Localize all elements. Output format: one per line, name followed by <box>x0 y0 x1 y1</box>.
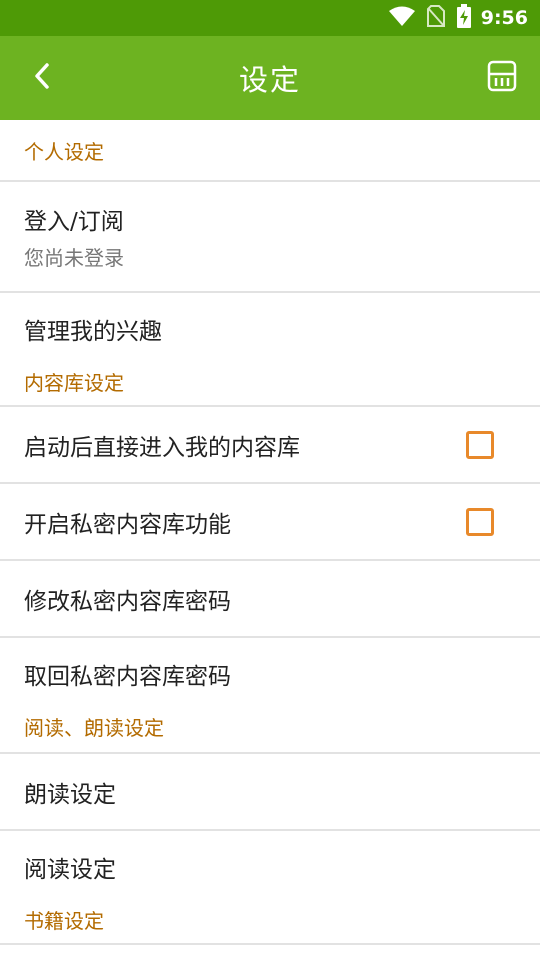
login-status: 您尚未登录 <box>24 246 124 270</box>
private-library-item[interactable]: 开启私密内容库功能 <box>0 484 540 559</box>
login-label: 登入/订阅 <box>24 209 124 235</box>
private-library-checkbox[interactable] <box>466 507 494 536</box>
status-time: 9:56 <box>480 7 528 29</box>
section-header-personal: 个人设定 <box>24 139 104 164</box>
reading-settings-item[interactable]: 阅读设定 <box>0 831 540 903</box>
recover-password-item[interactable]: 取回私密内容库密码 <box>0 638 540 710</box>
wifi-icon <box>388 6 415 30</box>
section-header-library: 内容库设定 <box>24 371 124 395</box>
recover-password-label: 取回私密内容库密码 <box>24 664 231 690</box>
start-library-checkbox[interactable] <box>466 430 494 459</box>
private-library-label: 开启私密内容库功能 <box>24 511 231 538</box>
save-button[interactable] <box>484 60 520 96</box>
back-button[interactable] <box>22 58 62 98</box>
no-sim-icon <box>426 5 445 31</box>
start-library-item[interactable]: 启动后直接进入我的内容库 <box>0 407 540 482</box>
manage-interests-label: 管理我的兴趣 <box>24 319 162 345</box>
section-header-reading: 阅读、朗读设定 <box>24 716 164 740</box>
read-aloud-settings-label: 朗读设定 <box>24 781 116 808</box>
read-aloud-settings-item[interactable]: 朗读设定 <box>0 754 540 829</box>
sd-card-icon <box>487 60 517 96</box>
reading-settings-label: 阅读设定 <box>24 857 116 883</box>
manage-interests-item[interactable]: 管理我的兴趣 <box>0 293 540 365</box>
change-password-label: 修改私密内容库密码 <box>24 588 231 615</box>
start-library-label: 启动后直接进入我的内容库 <box>24 434 300 461</box>
battery-charging-icon <box>456 4 471 32</box>
divider <box>0 943 540 945</box>
login-item[interactable]: 登入/订阅 您尚未登录 <box>0 182 540 291</box>
section-header-books: 书籍设定 <box>24 909 104 933</box>
page-title: 设定 <box>238 63 301 97</box>
app-bar: 设定 <box>0 36 540 120</box>
status-bar: 9:56 <box>0 0 540 36</box>
change-password-item[interactable]: 修改私密内容库密码 <box>0 561 540 636</box>
settings-list: 个人设定 登入/订阅 您尚未登录 管理我的兴趣 内容库设定 启动后直接进入我的内… <box>0 120 540 945</box>
chevron-left-icon <box>32 61 52 95</box>
